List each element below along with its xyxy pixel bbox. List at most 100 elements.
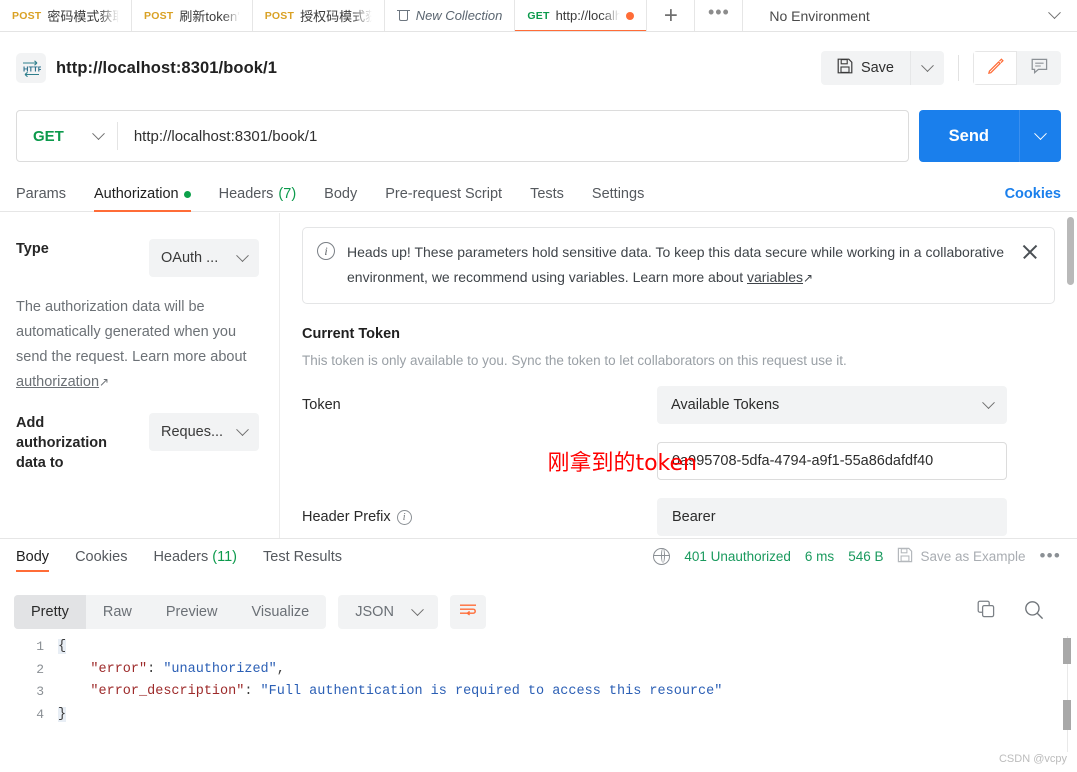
request-tab-2[interactable]: POST 授权码模式获 [253,0,385,31]
response-view-preview[interactable]: Preview [149,595,235,629]
code-token: "Full authentication is required to acce… [260,684,723,699]
response-tab-cookies[interactable]: Cookies [75,549,127,572]
auth-add-to-value: Reques... [161,424,224,440]
send-button[interactable]: Send [918,110,1019,162]
copy-icon[interactable] [976,599,997,625]
header-prefix-input-wrapper: Bearer [657,498,1007,536]
response-time: 6 ms [804,548,835,564]
variables-link[interactable]: variables [747,269,803,285]
close-icon[interactable] [1020,242,1040,262]
save-options-button[interactable] [910,51,944,85]
token-select-row: Token Available Tokens [302,386,1055,424]
unsaved-indicator [626,11,635,20]
tab-tests[interactable]: Tests [530,186,564,211]
auth-add-to-select[interactable]: Reques... [149,413,259,451]
comment-icon [1030,57,1049,80]
request-tab-list: Params Authorization Headers (7) Body Pre-req… [16,186,672,212]
save-as-example-button[interactable]: Save as Example [897,547,1026,566]
response-body-code[interactable]: 1{2 "error": "unauthorized", 3 "error_des… [0,636,1077,752]
header-prefix-label: Header Prefix [302,509,391,525]
current-token-subtitle: This token is only available to you. Syn… [302,353,847,368]
response-view-pretty[interactable]: Pretty [14,595,86,629]
pencil-icon [986,56,1005,80]
authorization-scrollbar[interactable] [1067,217,1074,285]
header-divider [958,55,959,81]
request-section-tabs: Params Authorization Headers (7) Body Pre-req… [0,172,1077,212]
save-button[interactable]: Save [820,51,910,85]
response-tab-headers[interactable]: Headers (11) [153,549,237,572]
http-method-label: GET [33,127,64,145]
code-line: 2 "error": "unauthorized", [0,659,1077,682]
word-wrap-button[interactable] [449,595,486,629]
tab-name-label: New Collection [415,8,503,23]
globe-icon [653,547,671,565]
tab-params[interactable]: Params [16,186,66,211]
floppy-disk-icon [837,58,853,78]
tab-settings[interactable]: Settings [592,186,644,211]
response-scrollbar-thumb-bottom[interactable] [1063,700,1071,730]
environment-label: No Environment [769,7,870,24]
authorization-sidebar: Type OAuth ... The authorization data wi… [0,213,280,538]
response-tab-list: Body Cookies Headers (11) Test Results [16,549,368,572]
http-method-selector[interactable]: GET [17,111,117,161]
tab-body[interactable]: Body [324,186,357,211]
code-text: "error": "unauthorized", [58,659,284,682]
send-group: Send [918,110,1061,162]
token-input[interactable]: 0a995708-5dfa-4794-a9f1-55a86dafdf40 [657,442,1007,480]
response-tab-test-results[interactable]: Test Results [263,549,342,572]
new-tab-button[interactable]: + [647,0,696,31]
response-format-select[interactable]: JSON [338,595,438,629]
info-circle-icon: i [317,242,335,260]
request-tab-4[interactable]: GET http://localh [515,0,648,31]
comments-button[interactable] [1017,51,1061,85]
request-tab-3[interactable]: New Collection [385,0,516,31]
code-token: "error" [90,661,148,677]
tab-headers[interactable]: Headers (7) [219,186,297,211]
header-prefix-input[interactable]: Bearer [657,498,1007,536]
code-token: } [58,706,67,722]
token-annotation: 刚拿到的token [547,451,697,476]
header-prefix-value: Bearer [672,509,716,525]
tab-name-label: 密码模式获取 [47,9,119,24]
tab-method-label: POST [144,9,174,22]
code-text: { [58,636,67,659]
info-circle-icon[interactable]: i [396,509,412,525]
auth-add-to-label: Add authorization data to [16,415,108,471]
current-token-title: Current Token [302,326,401,342]
response-tab-body[interactable]: Body [16,549,50,572]
response-tabs: Body Cookies Headers (11) Test Results 401 … [0,538,1077,572]
tab-authorization[interactable]: Authorization [93,186,191,212]
tab-method-label: POST [264,9,295,22]
url-input[interactable] [117,111,908,161]
authorization-learn-more-link[interactable]: authorization [16,374,99,390]
tab-method-label: GET [527,9,550,22]
cookies-link[interactable]: Cookies [1005,186,1061,211]
chevron-down-icon [982,395,995,409]
request-tab-1[interactable]: POST 刷新token' [132,0,253,31]
response-view-raw[interactable]: Raw [86,595,149,629]
request-header-actions: Save [820,51,1061,85]
more-horizontal-icon[interactable]: ••• [1040,546,1061,566]
code-line: 1{ [0,636,1077,659]
line-number: 1 [36,639,44,654]
environment-selector[interactable]: No Environment [743,0,1077,31]
request-tab-0[interactable]: POST 密码模式获取 [0,0,132,31]
tab-label: Pre-request Script [385,186,503,202]
line-number: 2 [36,661,44,677]
response-format-value: JSON [355,604,394,620]
send-options-button[interactable] [1019,110,1061,162]
search-icon[interactable] [1023,599,1045,626]
code-token: : [147,661,164,677]
response-view-visualize[interactable]: Visualize [234,595,326,629]
edit-request-button[interactable] [973,51,1017,85]
tab-pre-request-script[interactable]: Pre-request Script [385,186,502,211]
chevron-down-icon [1048,6,1061,20]
authorization-pane: Type OAuth ... The authorization data wi… [0,213,1077,538]
svg-text:HTTP: HTTP [23,64,41,73]
tab-name-label: 刷新token' [179,9,240,24]
available-tokens-select[interactable]: Available Tokens [657,386,1007,424]
tab-options-button[interactable]: ••• [695,0,744,31]
auth-type-select[interactable]: OAuth ... [149,239,259,277]
response-scrollbar-thumb-top[interactable] [1063,638,1071,664]
token-label: Token [302,397,341,413]
